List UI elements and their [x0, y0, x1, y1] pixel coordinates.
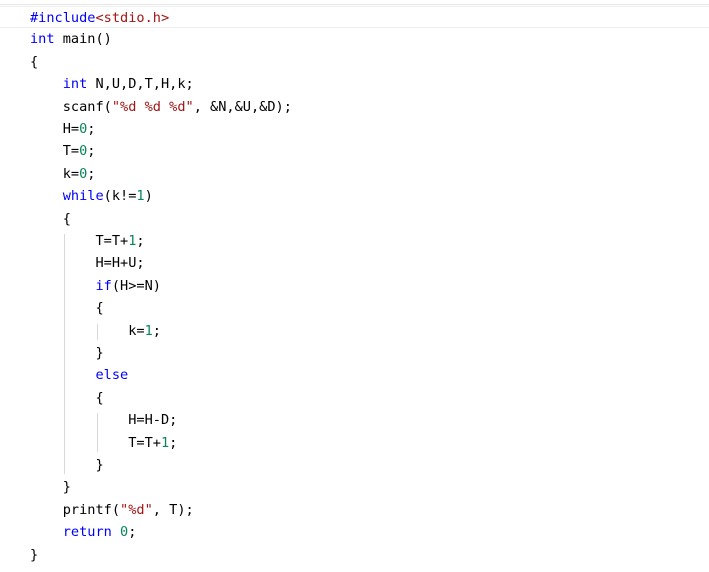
- code-line[interactable]: H=H+U;: [0, 252, 145, 274]
- indent-guide: [96, 413, 98, 452]
- code-line[interactable]: }: [0, 476, 71, 498]
- code-token: ;: [128, 524, 137, 541]
- code-line[interactable]: {: [0, 51, 38, 73]
- code-line[interactable]: }: [0, 544, 38, 566]
- code-line[interactable]: int N,U,D,T,H,k;: [0, 73, 194, 95]
- code-token: int: [30, 31, 55, 48]
- code-token: k=: [30, 322, 145, 339]
- code-token: if: [95, 277, 112, 294]
- code-token: 1: [136, 188, 145, 205]
- code-token: ;: [87, 165, 96, 182]
- code-token: ;: [169, 434, 178, 451]
- code-token: printf(: [30, 501, 121, 518]
- code-line[interactable]: }: [0, 454, 104, 476]
- code-line[interactable]: int main(): [0, 28, 112, 50]
- code-token: H=H-D;: [30, 412, 178, 429]
- indent-guide: [96, 323, 98, 340]
- editor-top-border: [0, 4, 709, 5]
- code-token: "%d": [120, 501, 153, 518]
- code-token: 1: [144, 322, 153, 339]
- code-token: {: [30, 389, 104, 406]
- code-token: k=: [30, 165, 80, 182]
- code-line[interactable]: #include<stdio.h>: [0, 6, 709, 29]
- code-token: {: [30, 300, 104, 317]
- code-token: T=: [30, 143, 80, 160]
- code-token: int: [62, 76, 88, 93]
- code-token: }: [30, 479, 71, 496]
- code-token: ;: [87, 121, 96, 137]
- code-line[interactable]: }: [0, 342, 104, 364]
- code-token: (H>=N): [111, 277, 161, 294]
- indent-guide: [63, 234, 65, 475]
- code-line[interactable]: k=1;: [0, 320, 161, 342]
- code-token: {: [30, 210, 71, 227]
- code-token: "%d %d %d": [111, 98, 194, 115]
- code-line[interactable]: return 0;: [0, 521, 137, 543]
- code-token: }: [30, 345, 104, 361]
- code-token: scanf(: [30, 98, 112, 115]
- code-token: H=H+U;: [30, 255, 145, 272]
- code-line[interactable]: T=0;: [0, 140, 96, 162]
- code-token: ;: [152, 322, 161, 339]
- code-token: , T);: [152, 501, 194, 518]
- code-token: T=T+: [30, 434, 161, 451]
- code-token: ): [144, 188, 153, 205]
- code-line[interactable]: printf("%d", T);: [0, 499, 194, 521]
- code-line[interactable]: while(k!=1): [0, 185, 153, 207]
- code-token: 1: [160, 434, 170, 451]
- code-line[interactable]: k=0;: [0, 163, 96, 185]
- code-line[interactable]: {: [0, 387, 104, 409]
- code-editor[interactable]: #include<stdio.h> int main(){ int N,U,D,T…: [0, 0, 709, 572]
- code-token: }: [30, 457, 104, 473]
- code-line[interactable]: {: [0, 297, 104, 319]
- code-line[interactable]: T=T+1;: [0, 432, 177, 454]
- code-line[interactable]: T=T+1;: [0, 230, 145, 252]
- code-token: }: [30, 546, 39, 563]
- code-token: return: [62, 524, 112, 541]
- code-token: 0: [120, 524, 129, 541]
- code-line[interactable]: scanf("%d %d %d", &N,&U,&D);: [0, 96, 292, 118]
- code-line[interactable]: H=0;: [0, 118, 96, 140]
- code-token: N,U,D,T,H,k;: [87, 76, 194, 93]
- code-token: , &N,&U,&D);: [193, 98, 292, 115]
- code-token: ;: [136, 233, 145, 249]
- code-token: else: [95, 367, 129, 384]
- code-token: H=: [30, 121, 80, 137]
- code-line[interactable]: if(H>=N): [0, 275, 161, 297]
- code-line[interactable]: {: [0, 208, 71, 230]
- code-token: (k!=: [103, 188, 137, 205]
- code-line[interactable]: H=H-D;: [0, 409, 177, 431]
- code-token: ;: [87, 143, 96, 160]
- code-token: main(): [54, 31, 112, 48]
- code-token: while: [62, 188, 104, 205]
- code-token: T=T+: [30, 233, 129, 249]
- code-token: #include: [30, 10, 96, 26]
- code-token: <stdio.h>: [95, 10, 170, 26]
- code-token: {: [30, 53, 39, 70]
